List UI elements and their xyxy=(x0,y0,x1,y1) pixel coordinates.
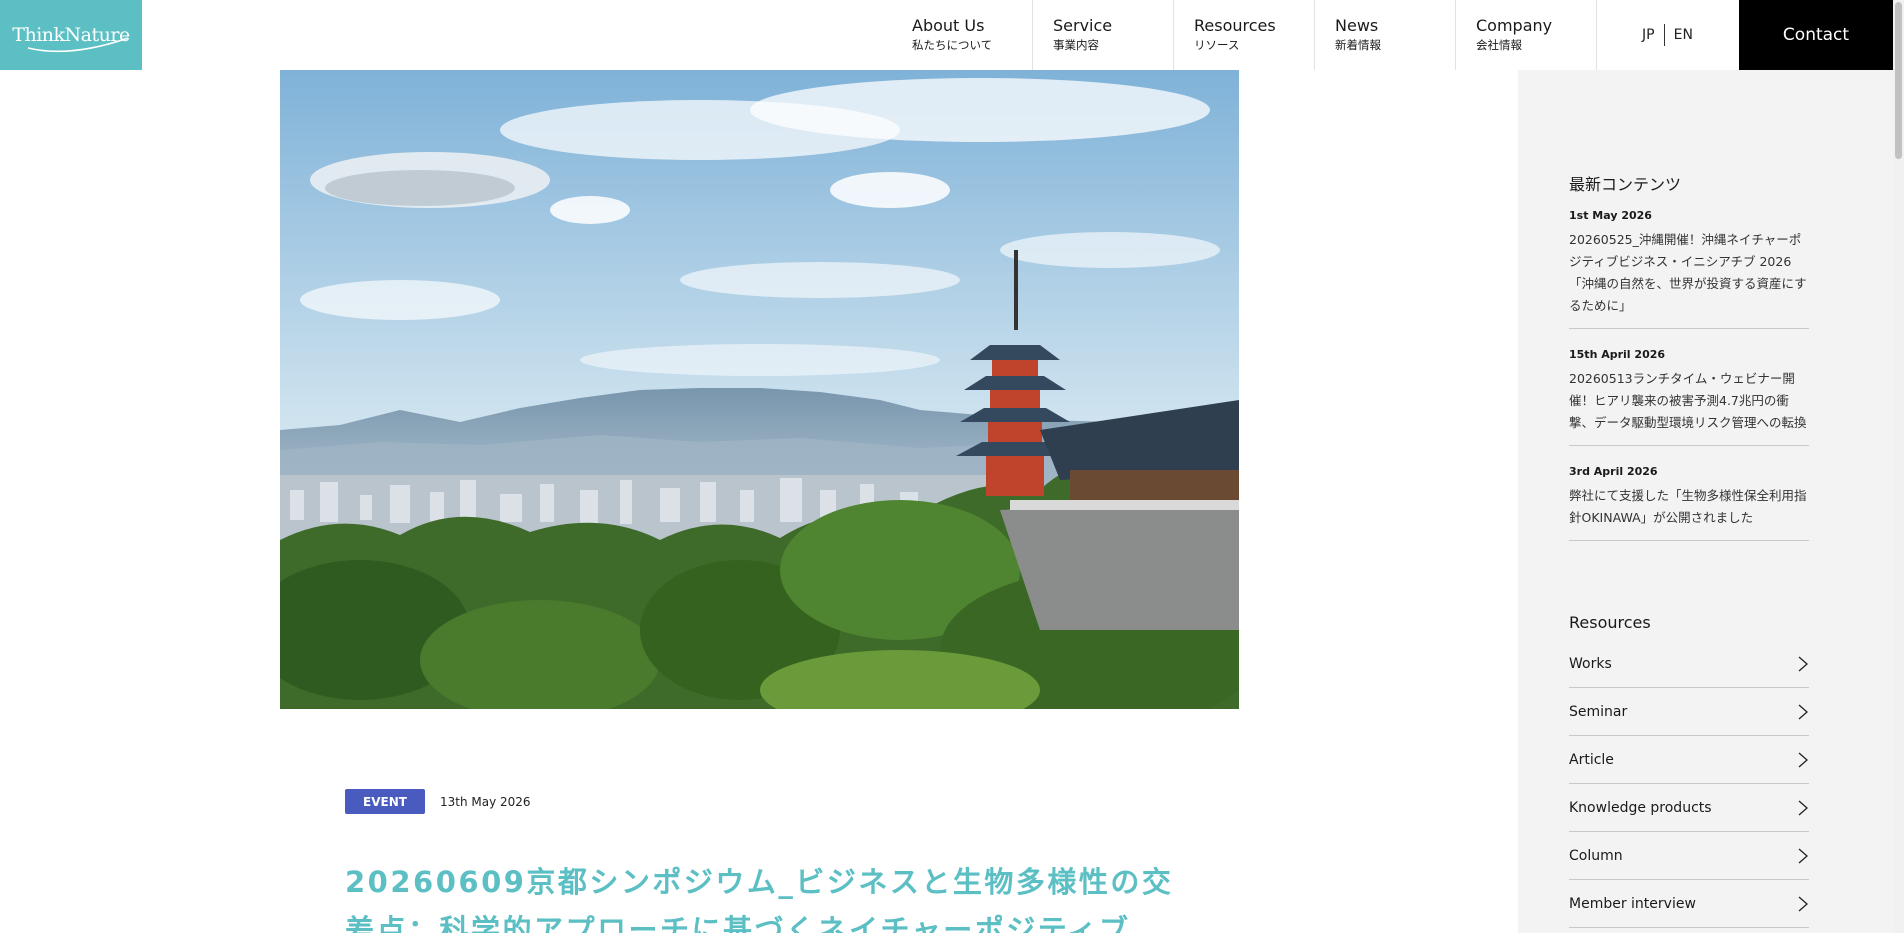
chevron-right-icon xyxy=(1798,752,1808,767)
nav-about-us[interactable]: About Us 私たちについて xyxy=(892,0,1033,70)
resource-label: Article xyxy=(1569,751,1614,768)
news-title: 弊社にて支援した「生物多様性保全利用指針OKINAWA」が公開されました xyxy=(1569,488,1807,525)
news-date: 15th April 2026 xyxy=(1569,348,1666,361)
chevron-right-icon xyxy=(1798,896,1808,911)
resource-link-seminar[interactable]: Seminar xyxy=(1569,688,1809,736)
resource-link-member-interview[interactable]: Member interview xyxy=(1569,880,1809,928)
news-item[interactable]: 1st May 2026 20260525_沖縄開催！沖縄ネイチャーポジティブビ… xyxy=(1569,209,1809,329)
scrollbar-thumb[interactable] xyxy=(1895,2,1902,159)
logo-swoosh-icon xyxy=(27,37,129,53)
sidebar: 最新コンテンツ 1st May 2026 20260525_沖縄開催！沖縄ネイチ… xyxy=(1518,70,1893,933)
logo[interactable]: ThinkNature xyxy=(0,0,142,70)
chevron-right-icon xyxy=(1798,800,1808,815)
news-title: 20260525_沖縄開催！沖縄ネイチャーポジティブビジネス・イニシアチブ 20… xyxy=(1569,232,1807,313)
resource-link-works[interactable]: Works xyxy=(1569,640,1809,688)
resource-label: Column xyxy=(1569,847,1623,864)
resources-list: Works Seminar Article Knowledge products… xyxy=(1569,640,1809,928)
latest-contents-list: 1st May 2026 20260525_沖縄開催！沖縄ネイチャーポジティブビ… xyxy=(1569,209,1809,560)
latest-contents-heading: 最新コンテンツ xyxy=(1569,175,1682,194)
nav-company[interactable]: Company 会社情報 xyxy=(1456,0,1597,70)
lang-jp-link[interactable]: JP xyxy=(1633,27,1664,43)
chevron-right-icon xyxy=(1798,656,1808,671)
site-header: ThinkNature About Us 私たちについて Service 事業内… xyxy=(0,0,1893,70)
resource-link-article[interactable]: Article xyxy=(1569,736,1809,784)
resource-label: Member interview xyxy=(1569,895,1696,912)
nav-label-jp: 新着情報 xyxy=(1335,38,1381,52)
nav-news[interactable]: News 新着情報 xyxy=(1315,0,1456,70)
nav-label-en: Service xyxy=(1053,16,1113,35)
kyoto-temple-landscape-illustration xyxy=(280,70,1239,709)
language-switch: JP EN xyxy=(1596,0,1739,70)
article-meta: EVENT 13th May 2026 xyxy=(345,789,531,814)
news-item[interactable]: 15th April 2026 20260513ランチタイム・ウェビナー開催！ヒ… xyxy=(1569,348,1809,446)
news-date: 1st May 2026 xyxy=(1569,209,1652,222)
chevron-right-icon xyxy=(1798,704,1808,719)
category-badge[interactable]: EVENT xyxy=(345,789,425,814)
resource-label: Works xyxy=(1569,655,1612,672)
chevron-right-icon xyxy=(1798,848,1808,863)
nav-label-jp: リソース xyxy=(1194,38,1240,52)
nav-resources[interactable]: Resources リソース xyxy=(1174,0,1315,70)
nav-service[interactable]: Service 事業内容 xyxy=(1033,0,1174,70)
lang-en-link[interactable]: EN xyxy=(1665,27,1702,43)
article-title: 20260609京都シンポジウム_ビジネスと生物多様性の交差点：科学的アプローチ… xyxy=(345,865,1174,933)
news-item[interactable]: 3rd April 2026 弊社にて支援した「生物多様性保全利用指針OKINA… xyxy=(1569,465,1809,541)
nav-label-en: Company xyxy=(1476,16,1553,35)
nav-label-en: About Us xyxy=(912,16,985,35)
resources-heading: Resources xyxy=(1569,613,1651,632)
nav-label-en: News xyxy=(1335,16,1379,35)
nav-label-jp: 会社情報 xyxy=(1476,38,1522,52)
nav-label-en: Resources xyxy=(1194,16,1276,35)
news-date: 3rd April 2026 xyxy=(1569,465,1658,478)
page-scrollbar[interactable] xyxy=(1893,0,1904,933)
resource-label: Seminar xyxy=(1569,703,1628,720)
article-date: 13th May 2026 xyxy=(440,794,531,809)
nav-label-jp: 事業内容 xyxy=(1053,38,1099,52)
resource-label: Knowledge products xyxy=(1569,799,1712,816)
resource-link-knowledge-products[interactable]: Knowledge products xyxy=(1569,784,1809,832)
nav-label-jp: 私たちについて xyxy=(912,38,993,52)
resource-link-column[interactable]: Column xyxy=(1569,832,1809,880)
hero-image xyxy=(280,70,1239,709)
news-title: 20260513ランチタイム・ウェビナー開催！ヒアリ襲来の被害予測4.7兆円の衝… xyxy=(1569,371,1807,430)
main-nav: About Us 私たちについて Service 事業内容 Resources … xyxy=(892,0,1597,70)
contact-button[interactable]: Contact xyxy=(1739,0,1893,70)
